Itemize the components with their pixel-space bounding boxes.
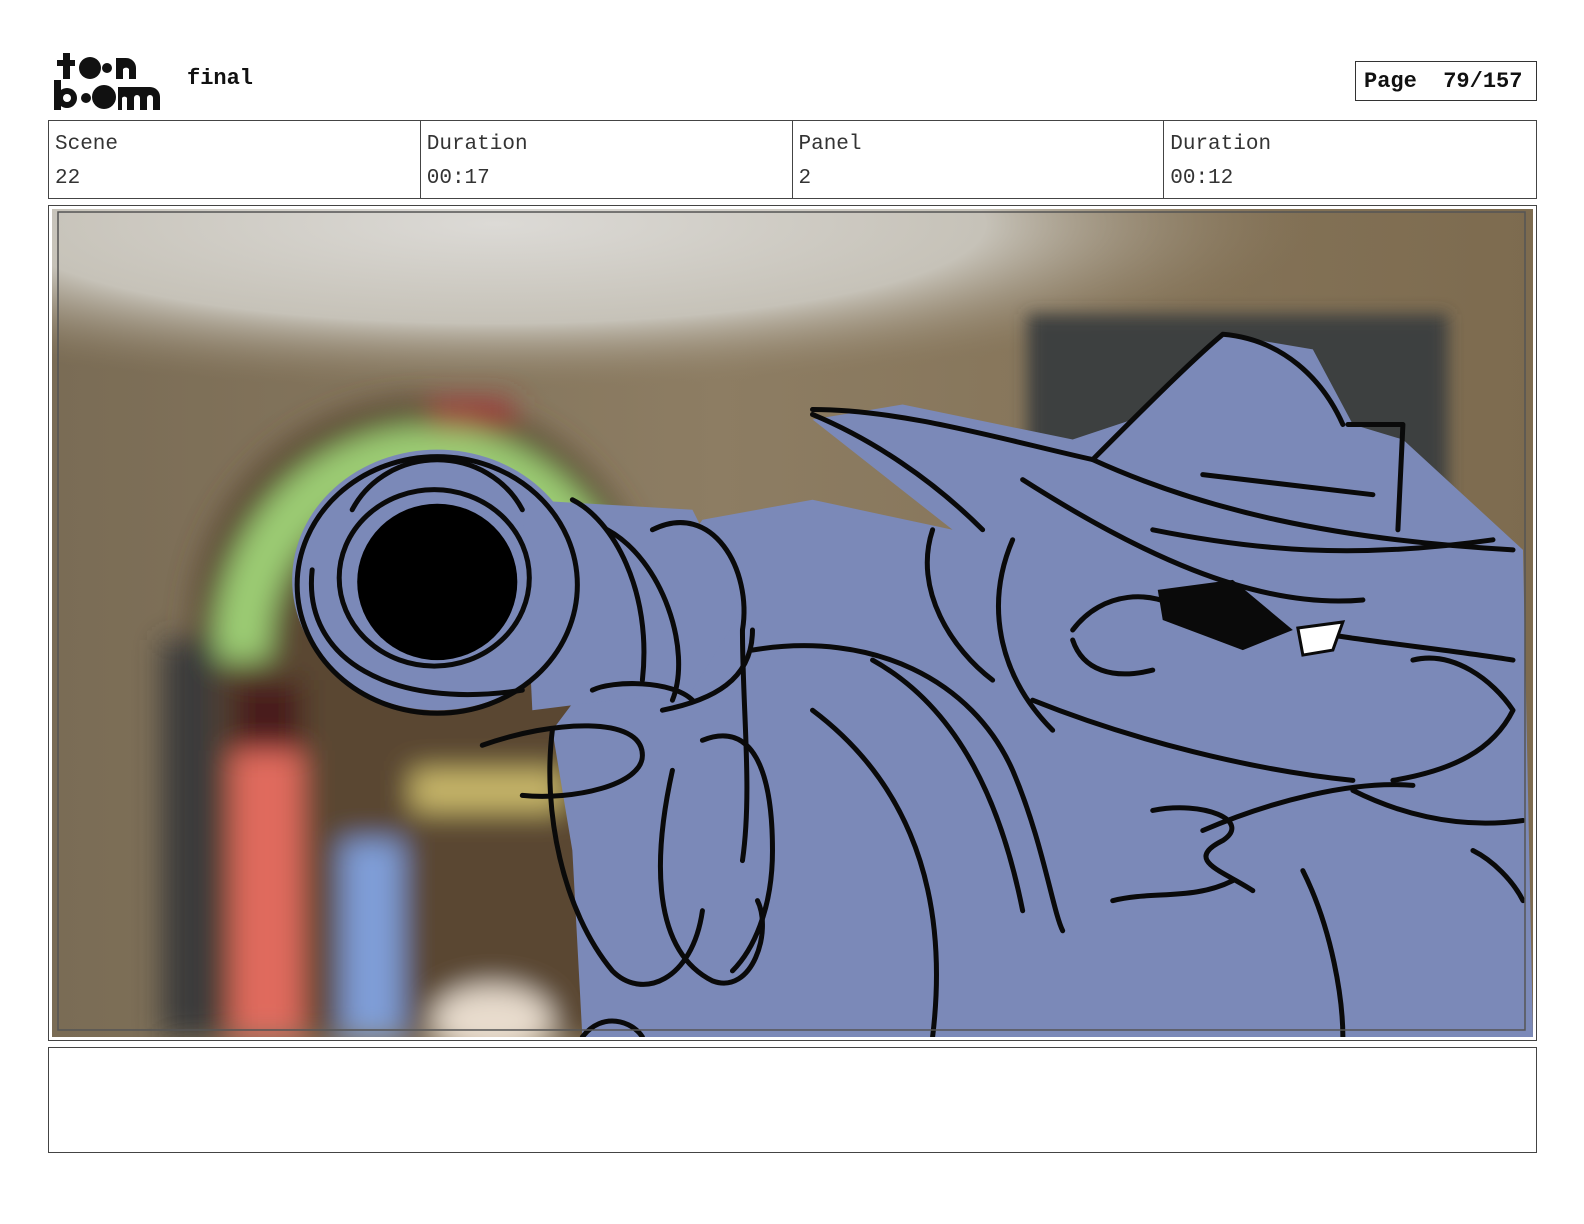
panel-value: 2 (798, 167, 812, 190)
storyboard-panel (48, 205, 1537, 1041)
scene-duration-cell: Duration 00:17 (421, 121, 793, 198)
page-indicator: Page 79/157 (1355, 61, 1537, 101)
panel-duration-cell: Duration 00:12 (1164, 121, 1536, 198)
page-number: 79/157 (1443, 68, 1523, 94)
panel-duration-label: Duration (1170, 133, 1272, 156)
toon-boom-logo (52, 50, 164, 112)
dialogue-box (48, 1047, 1537, 1153)
scene-cell: Scene 22 (49, 121, 421, 198)
gun-muzzle (357, 503, 518, 661)
project-name: final (187, 66, 254, 91)
panel-artwork (52, 209, 1533, 1037)
scene-duration-label: Duration (426, 133, 528, 156)
panel-duration-value: 00:12 (1170, 167, 1234, 190)
panel-cell: Panel 2 (793, 121, 1165, 198)
scene-info-table: Scene 22 Duration 00:17 Panel 2 Duration… (48, 120, 1537, 199)
scene-label: Scene (55, 133, 119, 156)
panel-label: Panel (798, 133, 862, 156)
scene-value: 22 (55, 167, 81, 190)
scene-duration-value: 00:17 (426, 167, 490, 190)
page-label: Page (1364, 68, 1417, 94)
